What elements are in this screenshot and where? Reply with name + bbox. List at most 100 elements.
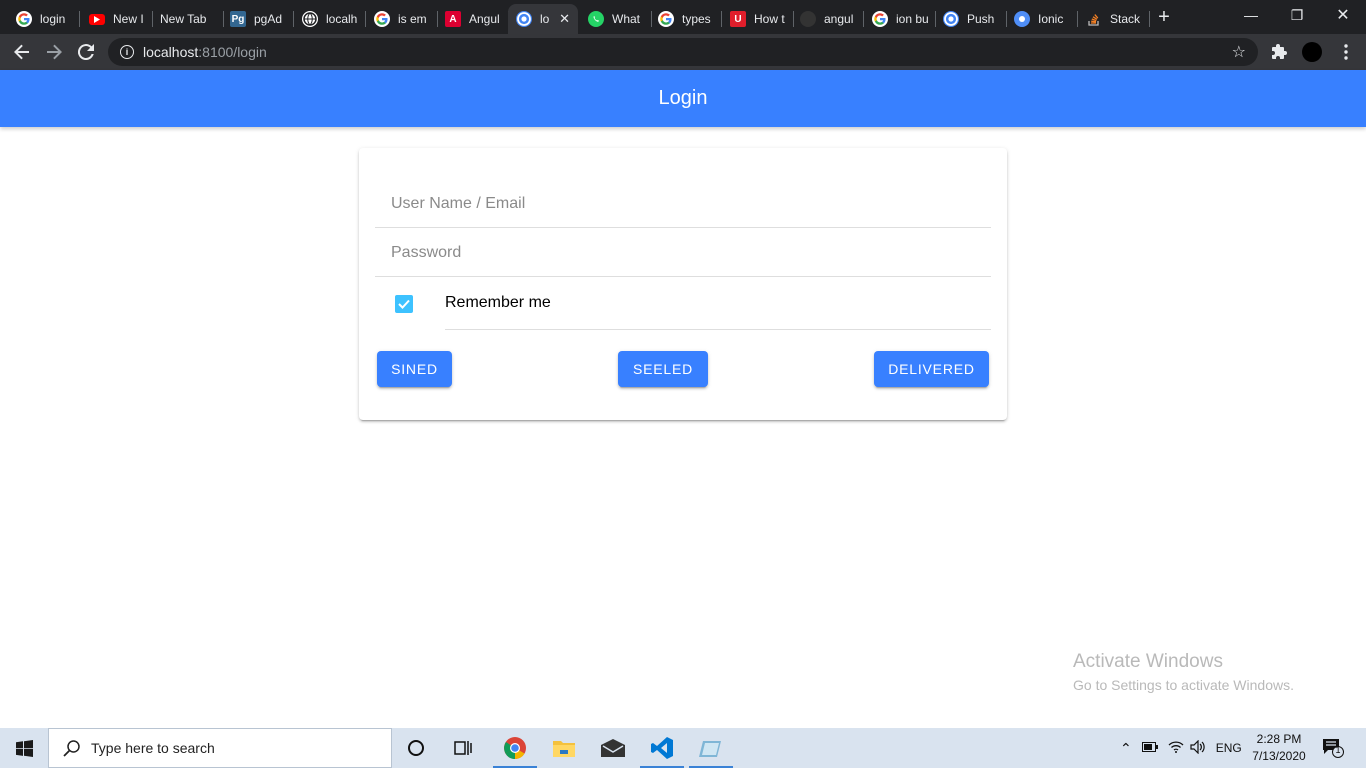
browser-menu-button[interactable]: [1334, 40, 1358, 64]
search-icon: [63, 740, 80, 757]
browser-tab[interactable]: Push: [935, 4, 1007, 34]
browser-tab[interactable]: New Tab: [152, 4, 224, 34]
watermark-title: Activate Windows: [1073, 651, 1223, 672]
browser-tab[interactable]: What: [580, 4, 652, 34]
browser-tab[interactable]: is em: [366, 4, 438, 34]
google-icon: [872, 11, 888, 27]
browser-tab-title: How t: [754, 12, 785, 26]
angular-icon: A: [445, 11, 461, 27]
browser-tab-title: is em: [398, 12, 427, 26]
sined-button[interactable]: SINED: [377, 351, 452, 387]
browser-tab[interactable]: Pg pgAd: [222, 4, 294, 34]
tab-separator: [1149, 11, 1150, 27]
browser-tab-title: Angul: [469, 12, 500, 26]
taskbar-notepad-app[interactable]: [687, 728, 735, 768]
new-tab-button[interactable]: +: [1152, 6, 1176, 30]
start-button[interactable]: [0, 728, 48, 768]
back-button[interactable]: [10, 40, 34, 64]
info-icon[interactable]: i: [120, 45, 134, 59]
ionic-icon: [516, 11, 532, 27]
browser-tab[interactable]: U How t: [722, 4, 794, 34]
battery-icon[interactable]: [1141, 741, 1158, 755]
clock-date: 7/13/2020: [1252, 749, 1306, 763]
browser-tab-title: Stack: [1110, 12, 1141, 26]
task-view-button[interactable]: [440, 728, 488, 768]
browser-tab[interactable]: angul: [792, 4, 864, 34]
browser-tab-title: Push: [967, 12, 995, 26]
profile-avatar[interactable]: [1302, 42, 1322, 62]
taskbar-clock[interactable]: 2:28 PM 7/13/2020: [1248, 731, 1310, 765]
username-field: [375, 180, 991, 228]
folder-icon: [553, 741, 575, 757]
taskbar-file-explorer[interactable]: [540, 728, 588, 768]
browser-tab-title: types: [682, 12, 711, 26]
password-field: [375, 229, 991, 277]
remember-me-label: Remember me: [445, 294, 551, 311]
taskbar-chrome[interactable]: [491, 728, 539, 768]
arrow-left-icon: [14, 44, 29, 60]
task-view-icon: [454, 741, 472, 755]
remember-me-row[interactable]: Remember me: [375, 277, 991, 331]
whatsapp-icon: [588, 11, 604, 27]
udemy-icon: U: [730, 11, 746, 27]
capacitor-icon: [1014, 11, 1030, 27]
browser-tab[interactable]: localh: [294, 4, 366, 34]
checkmark-icon: [398, 299, 410, 309]
browser-tab[interactable]: New I: [81, 4, 153, 34]
action-center-button[interactable]: 1: [1322, 738, 1344, 758]
browser-tab-title: ion bu: [896, 12, 929, 26]
username-input[interactable]: [391, 195, 991, 213]
search-placeholder: Type here to search: [91, 740, 215, 756]
browser-tab[interactable]: lo ✕: [508, 4, 578, 34]
mail-icon: [601, 739, 625, 757]
notepad-icon: [699, 741, 721, 757]
volume-icon[interactable]: [1190, 739, 1206, 757]
wifi-icon[interactable]: [1168, 740, 1184, 756]
browser-tab[interactable]: login: [8, 4, 80, 34]
bookmark-star-icon[interactable]: ☆: [1232, 42, 1246, 62]
seeled-button[interactable]: SEELED: [618, 351, 708, 387]
delivered-button[interactable]: DELIVERED: [874, 351, 989, 387]
browser-tab-title: New I: [113, 12, 144, 26]
cortana-button[interactable]: [392, 728, 440, 768]
chevron-up-icon[interactable]: ⌃: [1120, 740, 1132, 757]
login-card: Remember me SINED SEELED DELIVERED: [359, 148, 1007, 420]
browser-tab-title: What: [612, 12, 641, 26]
browser-tab-title: angul: [824, 12, 854, 26]
close-window-button[interactable]: ✕: [1320, 0, 1366, 30]
browser-tab-title: login: [40, 12, 66, 26]
cortana-icon: [408, 740, 424, 756]
browser-tab-title: pgAd: [254, 12, 283, 26]
address-bar[interactable]: i localhost:8100/login ☆: [108, 38, 1258, 66]
forward-button[interactable]: [42, 40, 66, 64]
taskbar-mail[interactable]: [589, 728, 637, 768]
minimize-button[interactable]: —: [1228, 0, 1274, 30]
more-vert-icon: [1344, 44, 1348, 60]
remember-me-checkbox[interactable]: [395, 295, 413, 313]
windows-taskbar: Type here to search ⌃ ENG 2:28 PM 7/13/2…: [0, 728, 1366, 768]
google-icon: [16, 11, 32, 27]
puzzle-icon: [1272, 44, 1287, 59]
arrow-right-icon: [47, 44, 62, 60]
browser-tab-title: lo: [540, 12, 550, 26]
taskbar-search-box[interactable]: Type here to search: [48, 728, 392, 768]
close-tab-icon[interactable]: ✕: [559, 11, 570, 27]
browser-tab[interactable]: types: [650, 4, 722, 34]
taskbar-vscode[interactable]: [638, 728, 686, 768]
stackoverflow-icon: [1086, 11, 1102, 27]
language-indicator[interactable]: ENG: [1216, 741, 1242, 755]
browser-tab[interactable]: A Angul: [437, 4, 509, 34]
password-input[interactable]: [391, 244, 991, 262]
notification-count: 1: [1335, 745, 1341, 755]
system-tray: ⌃ ENG: [1120, 728, 1242, 768]
browser-tab[interactable]: Stack: [1078, 4, 1150, 34]
browser-tab[interactable]: Ionic: [1006, 4, 1078, 34]
extensions-button[interactable]: [1268, 40, 1292, 64]
activate-windows-watermark: Activate Windows Go to Settings to activ…: [1073, 651, 1294, 693]
reload-button[interactable]: [74, 40, 98, 64]
browser-tab[interactable]: ion bu: [864, 4, 936, 34]
tab-separator: [79, 11, 80, 27]
browser-toolbar: i localhost:8100/login ☆: [0, 34, 1366, 70]
restore-button[interactable]: ❐: [1274, 0, 1320, 30]
clock-time: 2:28 PM: [1256, 732, 1302, 746]
